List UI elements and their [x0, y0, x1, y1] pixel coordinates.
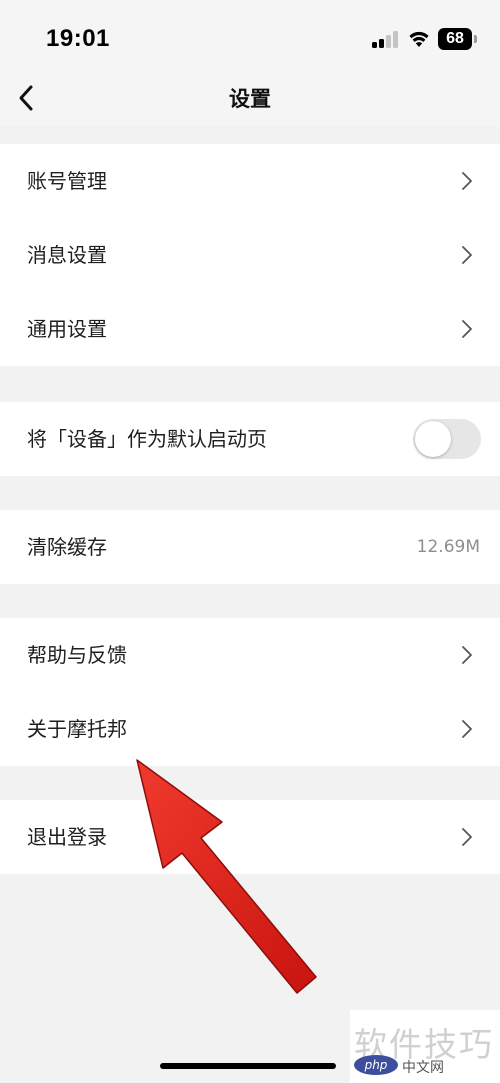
- row-label: 将「设备」作为默认启动页: [27, 427, 267, 451]
- chevron-right-icon: [462, 828, 472, 846]
- row-general-settings[interactable]: 通用设置: [0, 292, 500, 366]
- settings-group-about: 帮助与反馈 关于摩托邦: [0, 618, 500, 766]
- battery-tip: [474, 35, 477, 43]
- arrow-shape: [136, 759, 317, 994]
- cache-size-value: 12.69M: [416, 537, 480, 557]
- chevron-right-icon: [462, 646, 472, 664]
- row-label: 关于摩托邦: [27, 717, 127, 741]
- settings-group-logout: 退出登录: [0, 800, 500, 874]
- row-account-management[interactable]: 账号管理: [0, 144, 500, 218]
- toggle-knob: [415, 421, 451, 457]
- page-title: 设置: [229, 87, 271, 111]
- status-time: 19:01: [46, 25, 110, 52]
- default-startup-toggle[interactable]: [413, 419, 481, 459]
- chevron-right-icon: [462, 246, 472, 264]
- settings-group-cache: 清除缓存 12.69M: [0, 510, 500, 584]
- home-indicator[interactable]: [160, 1063, 336, 1069]
- chevron-right-icon: [462, 320, 472, 338]
- row-logout[interactable]: 退出登录: [0, 800, 500, 874]
- nav-bar: 设置: [0, 78, 500, 126]
- row-message-settings[interactable]: 消息设置: [0, 218, 500, 292]
- row-label: 帮助与反馈: [27, 643, 127, 667]
- row-label: 账号管理: [27, 169, 107, 193]
- row-label: 消息设置: [27, 243, 107, 267]
- chevron-right-icon: [462, 720, 472, 738]
- settings-group-account: 账号管理 消息设置 通用设置: [0, 144, 500, 366]
- row-default-startup: 将「设备」作为默认启动页: [0, 402, 500, 476]
- row-label: 清除缓存: [27, 535, 107, 559]
- watermark-subtext: 中文网: [402, 1060, 444, 1076]
- settings-group-startup: 将「设备」作为默认启动页: [0, 402, 500, 476]
- row-label: 退出登录: [27, 825, 107, 849]
- row-about-app[interactable]: 关于摩托邦: [0, 692, 500, 766]
- chevron-right-icon: [462, 172, 472, 190]
- cellular-signal-icon: [372, 31, 398, 48]
- row-label: 通用设置: [27, 317, 107, 341]
- row-help-feedback[interactable]: 帮助与反馈: [0, 618, 500, 692]
- status-bar: 19:01 68: [0, 0, 500, 78]
- watermark-logo: php: [354, 1055, 398, 1075]
- row-clear-cache[interactable]: 清除缓存 12.69M: [0, 510, 500, 584]
- battery-icon: 68: [438, 28, 472, 50]
- wifi-icon: [409, 31, 429, 47]
